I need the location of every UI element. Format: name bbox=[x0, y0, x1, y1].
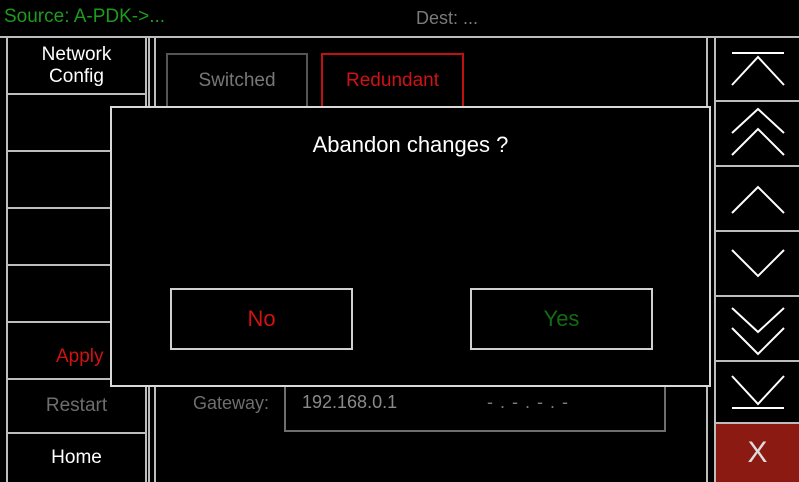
page-up-button[interactable] bbox=[714, 102, 799, 167]
scroll-top-button[interactable] bbox=[714, 38, 799, 102]
close-button[interactable]: X bbox=[714, 424, 799, 482]
line-down-button[interactable] bbox=[714, 232, 799, 297]
no-button[interactable]: No bbox=[170, 288, 353, 350]
page-down-icon bbox=[730, 306, 785, 355]
tab-redundant[interactable]: Redundant bbox=[321, 53, 464, 109]
gateway-ip: 192.168.0.1 bbox=[302, 392, 398, 412]
restart-button[interactable]: Restart bbox=[6, 380, 147, 434]
gateway-secondary: - . - . - . - bbox=[487, 392, 569, 412]
network-config-button[interactable]: Network Config bbox=[6, 38, 147, 95]
line-up-button[interactable] bbox=[714, 167, 799, 232]
line-up-icon bbox=[730, 185, 785, 214]
page-down-button[interactable] bbox=[714, 297, 799, 362]
confirm-dialog: Abandon changes ? No Yes bbox=[110, 106, 711, 387]
dialog-title: Abandon changes ? bbox=[312, 132, 509, 157]
scroll-top-icon bbox=[730, 52, 785, 86]
gateway-label: Gateway: bbox=[193, 393, 270, 413]
scroll-bottom-button[interactable] bbox=[714, 362, 799, 424]
yes-button[interactable]: Yes bbox=[470, 288, 653, 350]
top-bar: Source: A-PDK->... Dest: ... bbox=[0, 0, 799, 38]
line-down-icon bbox=[730, 248, 785, 277]
page-up-icon bbox=[730, 107, 785, 156]
dest-label: Dest: ... bbox=[416, 8, 479, 28]
home-button[interactable]: Home bbox=[6, 434, 147, 482]
tab-switched[interactable]: Switched bbox=[166, 53, 308, 109]
right-menu: X bbox=[706, 38, 799, 482]
source-label: Source: A-PDK->... bbox=[4, 6, 166, 27]
scroll-bottom-icon bbox=[730, 375, 785, 409]
